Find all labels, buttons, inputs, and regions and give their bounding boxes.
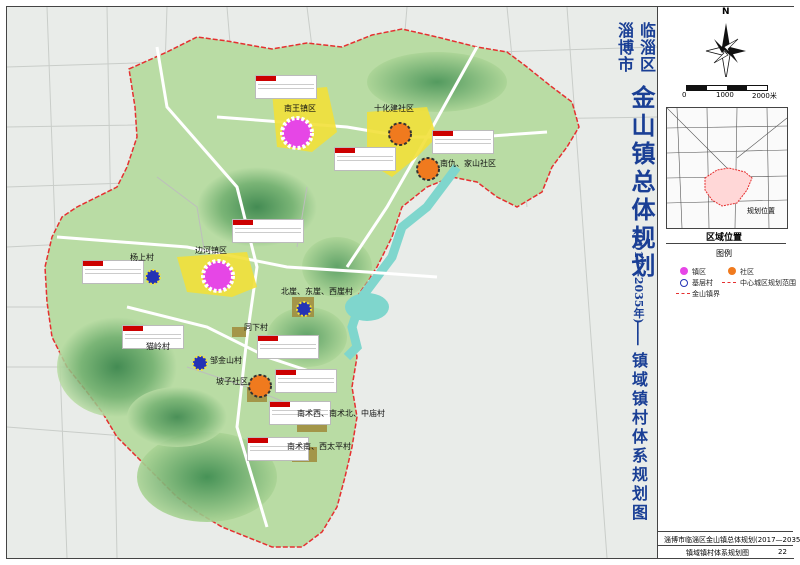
place-label-bianhe: 边河镇区 (195, 246, 227, 255)
community-symbol-shihuajian[interactable] (388, 122, 412, 146)
scale-zero: 0 (682, 91, 687, 99)
community-legend-icon (728, 267, 736, 275)
town-symbol-bianhe[interactable] (201, 259, 235, 293)
place-label-nanmu: 南术西、南术北、中庙村 (297, 409, 385, 418)
footer-page: 22 (778, 548, 787, 556)
title-district: 临淄区 (637, 22, 656, 73)
village-legend-icon (680, 279, 688, 287)
legend-village: 基层村 (692, 279, 713, 287)
compass-north-label: N (722, 7, 730, 17)
place-label-pozi: 坡子社区 (216, 377, 248, 386)
legend-town-border: 金山镇界 (692, 290, 720, 298)
title-subtitle: 镇域镇村体系规划图 (629, 352, 648, 523)
village-symbol-beiya[interactable] (296, 301, 312, 317)
hill-terrain (127, 387, 227, 447)
place-label-nanshu: 南术南、西太平村 (287, 442, 351, 451)
footer-project: 淄博市临淄区金山镇总体规划(2017—2035年) (664, 536, 800, 544)
village-symbol-yangshang[interactable] (145, 269, 161, 285)
legend-title: 图例 (716, 249, 732, 258)
info-plate (334, 147, 396, 171)
location-site-label: 规划位置 (747, 207, 775, 215)
legend-community: 社区 (740, 268, 754, 276)
info-plate (275, 369, 337, 393)
village-symbol-zhejinshan[interactable] (192, 355, 208, 371)
compass-icon (705, 23, 746, 77)
town-symbol-nanwang[interactable] (280, 116, 314, 150)
place-label-nanlou: 南仇、家山社区 (440, 159, 496, 168)
info-plate (82, 260, 144, 284)
place-label-nanwang: 南王镇区 (284, 104, 316, 113)
info-plate (255, 75, 317, 99)
planning-boundary-legend-icon (722, 282, 736, 283)
place-label-beiya: 北崖、东崖、西崖村 (281, 287, 353, 296)
town-legend-icon (680, 267, 688, 275)
info-plate (257, 335, 319, 359)
footer-divider (657, 531, 793, 532)
legend-panel: N 0 1000 2000米 规划位置 区域位置 图例 镇区 社区 基层村 中心… (657, 7, 796, 558)
scale-end: 2000米 (752, 92, 777, 100)
reservoir (345, 293, 389, 321)
community-symbol-pozi[interactable] (248, 374, 272, 398)
footer-sheet: 镇域镇村体系规划图 (686, 549, 749, 557)
info-plate (232, 219, 304, 243)
location-title: 区域位置 (706, 233, 743, 243)
place-label-shangshan: 猫岭村 (146, 342, 170, 351)
legend-town: 镇区 (692, 268, 706, 276)
title-period: (2017—2035年) (632, 230, 645, 324)
town-border-legend-icon (676, 293, 690, 294)
community-symbol-nanlou[interactable] (416, 157, 440, 181)
legend-central-boundary: 中心城区规划范围 (740, 279, 796, 287)
place-label-shihuajian: 十化建社区 (374, 104, 414, 113)
info-plate (432, 130, 494, 154)
scale-mid: 1000 (716, 91, 734, 99)
place-label-yangshang: 杨上村 (130, 253, 154, 262)
title-dash: —— (630, 320, 646, 344)
map-canvas[interactable]: 南王镇区 十化建社区 南仇、家山社区 杨上村 边河镇区 北崖、东崖、西崖村 同下… (7, 7, 657, 558)
footer-divider (657, 545, 793, 546)
title-city: 淄博市 (615, 22, 634, 73)
place-label-zhejinshan: 邹金山村 (210, 356, 242, 365)
place-label-tongxia: 同下村 (244, 323, 268, 332)
location-inset: 规划位置 (666, 107, 788, 229)
